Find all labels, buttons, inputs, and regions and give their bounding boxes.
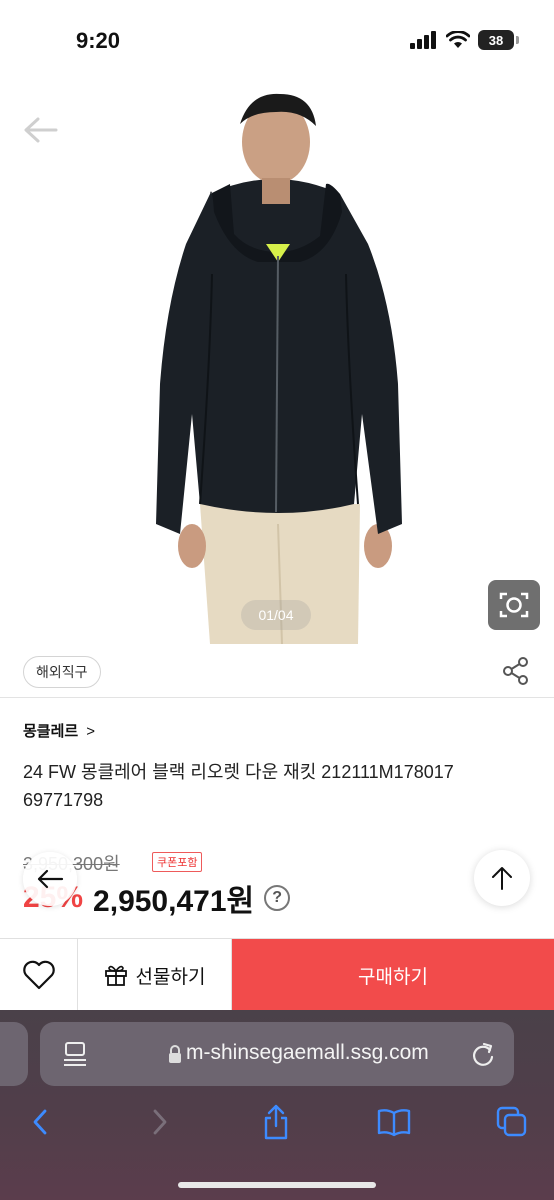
tabs-button[interactable] bbox=[494, 1104, 530, 1140]
scroll-to-top-button[interactable] bbox=[474, 850, 530, 906]
gift-label: 선물하기 bbox=[135, 966, 206, 988]
browser-back-button[interactable] bbox=[22, 1104, 58, 1140]
share-button[interactable] bbox=[502, 656, 530, 686]
chevron-left-icon bbox=[33, 1109, 47, 1135]
lock-icon bbox=[169, 1045, 181, 1063]
brand-link[interactable]: 몽클레르 > bbox=[23, 720, 95, 741]
page-menu-icon[interactable] bbox=[62, 1040, 88, 1068]
arrow-left-icon bbox=[24, 117, 58, 143]
book-icon bbox=[377, 1109, 411, 1137]
arrow-up-icon bbox=[492, 867, 512, 890]
buy-button[interactable]: 구매하기 bbox=[232, 939, 554, 1011]
browser-share-button[interactable] bbox=[258, 1104, 294, 1140]
share-up-icon bbox=[264, 1104, 288, 1140]
heart-icon bbox=[22, 960, 55, 990]
overseas-direct-badge: 해외직구 bbox=[23, 656, 101, 688]
url-text: m-shinsegaemall.ssg.com bbox=[186, 1041, 429, 1064]
browser-toolbar bbox=[0, 1104, 554, 1144]
back-arrow-button[interactable] bbox=[20, 114, 60, 146]
status-icons: 38 bbox=[410, 30, 519, 50]
tabs-icon bbox=[496, 1106, 527, 1137]
product-image[interactable]: 01/04 bbox=[0, 84, 554, 644]
gift-icon bbox=[104, 965, 127, 986]
image-page-indicator: 01/04 bbox=[241, 600, 311, 630]
browser-forward-button[interactable] bbox=[142, 1104, 178, 1140]
floating-back-button[interactable] bbox=[23, 852, 77, 906]
status-time: 9:20 bbox=[76, 28, 121, 53]
arrow-left-icon bbox=[37, 869, 64, 889]
browser-chrome: m-shinsegaemall.ssg.com bbox=[0, 1010, 554, 1200]
chevron-right-icon bbox=[153, 1109, 167, 1135]
sale-price: 2,950,471원 bbox=[93, 885, 255, 918]
bookmarks-button[interactable] bbox=[376, 1104, 412, 1140]
wifi-icon bbox=[446, 31, 470, 48]
badge-row: 해외직구 bbox=[0, 652, 554, 698]
camera-scan-icon bbox=[499, 592, 529, 618]
signal-icon bbox=[410, 31, 436, 49]
wishlist-button[interactable] bbox=[0, 939, 78, 1011]
product-title: 24 FW 몽클레어 블랙 리오렛 다운 재킷 212111M178017 69… bbox=[23, 762, 454, 810]
share-icon bbox=[503, 657, 528, 685]
image-search-button[interactable] bbox=[488, 580, 540, 630]
coupon-badge: 쿠폰포함 bbox=[152, 852, 203, 872]
status-bar: 9:20 38 bbox=[0, 0, 554, 84]
model-illustration bbox=[156, 93, 402, 644]
brand-name: 몽클레르 bbox=[23, 723, 79, 740]
address-bar[interactable]: m-shinsegaemall.ssg.com bbox=[40, 1022, 514, 1086]
previous-tab-peek[interactable] bbox=[0, 1022, 28, 1086]
price-help-icon[interactable]: ? bbox=[264, 885, 291, 911]
home-indicator bbox=[178, 1182, 376, 1188]
reload-icon[interactable] bbox=[470, 1040, 496, 1068]
purchase-action-bar: 선물하기 구매하기 bbox=[0, 938, 554, 1011]
battery-indicator: 38 bbox=[478, 30, 519, 50]
chevron-right-icon: > bbox=[86, 723, 95, 740]
gift-button[interactable]: 선물하기 bbox=[78, 939, 232, 1011]
